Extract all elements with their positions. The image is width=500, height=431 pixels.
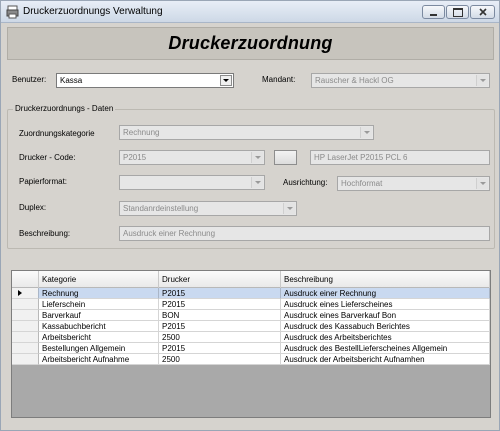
ausrichtung-label: Ausrichtung: [283,178,328,187]
title-bar[interactable]: Druckerzuordnungs Verwaltung [1,1,499,23]
beschreibung-cell[interactable]: Ausdruck des Kassabuch Berichtes [281,321,490,332]
benutzer-value: Kassa [60,76,83,85]
kategorie-cell[interactable]: Kassabuchbericht [39,321,159,332]
app-window: Druckerzuordnungs Verwaltung Druckerzuor… [0,0,500,431]
kategorie-cell[interactable]: Rechnung [39,288,159,299]
row-header[interactable] [12,354,39,365]
table-row[interactable]: Arbeitsbericht 2500 Ausdruck des Arbeitsbe… [12,332,490,343]
row-header[interactable] [12,343,39,354]
column-header-beschreibung[interactable]: Beschreibung [281,271,490,288]
beschreibung-cell[interactable]: Ausdruck einer Rechnung [281,288,490,299]
column-header-kategorie[interactable]: Kategorie [39,271,159,288]
drucker-code-combo[interactable]: P2015 [119,150,265,165]
mandant-label: Mandant: [262,75,296,84]
table-row[interactable]: Arbeitsbericht Aufnahme 2500 Ausdruck der … [12,354,490,365]
benutzer-combo[interactable]: Kassa [56,73,234,88]
table-row[interactable]: Barverkauf BON Ausdruck eines Barverkauf B… [12,310,490,321]
papierformat-label: Papierformat: [19,177,68,186]
header-banner: Druckerzuordnung [7,27,494,60]
drucker-code-label: Drucker - Code: [19,153,76,162]
column-header-drucker[interactable]: Drucker [159,271,281,288]
papierformat-combo[interactable] [119,175,265,190]
page-title: Druckerzuordnung [168,33,333,53]
drucker-code-value: P2015 [123,153,147,162]
drucker-cell[interactable]: 2500 [159,332,281,343]
drucker-name-value: HP LaserJet P2015 PCL 6 [314,153,408,162]
current-row-indicator-icon[interactable] [12,288,39,299]
row-header[interactable] [12,310,39,321]
beschreibung-label: Beschreibung: [19,229,71,238]
drucker-cell[interactable]: BON [159,310,281,321]
mandant-value: Rauscher & Hackl OG [315,76,394,85]
chevron-down-icon[interactable] [251,152,263,163]
drucker-cell[interactable]: P2015 [159,321,281,332]
duplex-value: Standanrdeinstellung [123,204,199,213]
chevron-down-icon[interactable] [220,75,232,86]
table-row[interactable]: Rechnung P2015 Ausdruck einer Rechnung [12,288,490,299]
minimize-button[interactable] [422,5,445,19]
duplex-label: Duplex: [19,203,47,212]
beschreibung-cell[interactable]: Ausdruck des Arbeitsberichtes [281,332,490,343]
beschreibung-cell[interactable]: Ausdruck der Arbeitsbericht Aufnamhen [281,354,490,365]
printer-app-icon [6,5,19,19]
maximize-button[interactable] [446,5,469,19]
row-header[interactable] [12,332,39,343]
kategorie-cell[interactable]: Lieferschein [39,299,159,310]
duplex-combo[interactable]: Standanrdeinstellung [119,201,297,216]
beschreibung-value: Ausdruck einer Rechnung [123,229,216,238]
close-icon [478,8,487,16]
chevron-down-icon[interactable] [476,75,488,86]
group-legend: Druckerzuordnungs - Daten [13,104,116,113]
row-header-corner [12,271,39,288]
ausrichtung-value: Hochformat [341,179,383,188]
kategorie-value: Rechnung [123,128,160,137]
table-row[interactable]: Kassabuchbericht P2015 Ausdruck des Kassab… [12,321,490,332]
drucker-cell[interactable]: 2500 [159,354,281,365]
table-row[interactable]: Lieferschein P2015 Ausdruck eines Liefersc… [12,299,490,310]
benutzer-label: Benutzer: [12,75,47,84]
mandant-combo[interactable]: Rauscher & Hackl OG [311,73,490,88]
table-row[interactable]: Bestellungen Allgemein P2015 Ausdruck des … [12,343,490,354]
grid-header: Kategorie Drucker Beschreibung [12,271,490,288]
chevron-down-icon[interactable] [476,178,488,189]
ausrichtung-combo[interactable]: Hochformat [337,176,490,191]
beschreibung-field[interactable]: Ausdruck einer Rechnung [119,226,490,241]
drucker-cell[interactable]: P2015 [159,288,281,299]
kategorie-cell[interactable]: Bestellungen Allgemein [39,343,159,354]
drucker-cell[interactable]: P2015 [159,343,281,354]
kategorie-label: Zuordnungskategorie [19,129,95,138]
chevron-down-icon[interactable] [360,127,372,138]
kategorie-cell[interactable]: Barverkauf [39,310,159,321]
drucker-name-field[interactable]: HP LaserJet P2015 PCL 6 [310,150,490,165]
beschreibung-cell[interactable]: Ausdruck des BestellLieferscheines Allge… [281,343,490,354]
row-header[interactable] [12,321,39,332]
chevron-down-icon[interactable] [283,203,295,214]
beschreibung-cell[interactable]: Ausdruck eines Barverkauf Bon [281,310,490,321]
kategorie-cell[interactable]: Arbeitsbericht Aufnahme [39,354,159,365]
drucker-browse-button[interactable] [274,150,297,165]
kategorie-cell[interactable]: Arbeitsbericht [39,332,159,343]
chevron-down-icon[interactable] [251,177,263,188]
beschreibung-cell[interactable]: Ausdruck eines Lieferscheines [281,299,490,310]
kategorie-combo[interactable]: Rechnung [119,125,374,140]
row-header[interactable] [12,299,39,310]
close-button[interactable] [470,5,495,19]
window-title: Druckerzuordnungs Verwaltung [23,6,163,17]
zuordnung-grid[interactable]: Kategorie Drucker Beschreibung Rechnung P… [11,270,491,418]
drucker-cell[interactable]: P2015 [159,299,281,310]
